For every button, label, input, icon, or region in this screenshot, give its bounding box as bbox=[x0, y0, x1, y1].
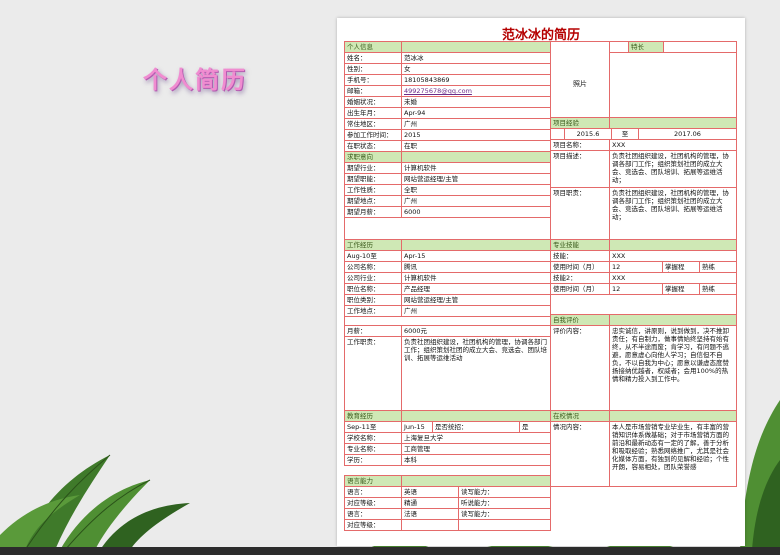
label-eval-content: 评价内容： bbox=[550, 325, 610, 411]
value-duty: 负责社团组织建设，社团机构的管理，协调各部门工作；组织策划社团的成立大会、竞选会… bbox=[401, 336, 551, 411]
label-duty: 工作职责： bbox=[344, 336, 402, 411]
value-project-desc: 负责社团组织建设，社团机构的管理，协调各部门工作；组织策划社团的成立大会、竞选会… bbox=[609, 150, 737, 188]
work-from-value: Aug-10 bbox=[347, 252, 371, 260]
specialty-content bbox=[609, 52, 737, 118]
edu-from-value: Sep-11 bbox=[347, 423, 370, 431]
right-bottom-blank bbox=[550, 486, 737, 531]
label-degree: 学历： bbox=[344, 454, 402, 466]
label-project-desc: 项目描述： bbox=[550, 150, 610, 188]
label-project-role: 项目职责： bbox=[550, 187, 610, 240]
edu-to-sep: 至 bbox=[369, 423, 377, 431]
value-self-eval: 忠实诚信，讲原则，说到做到，决不推卸责任；有自制力，做事情始终坚持有始有终，从不… bbox=[609, 325, 737, 411]
photo-box: 照片 bbox=[550, 41, 610, 129]
palm-leaves-left-decoration bbox=[0, 454, 190, 550]
skills-blank bbox=[550, 294, 737, 315]
resume-sheet: 范冰冰的简历 个人信息 照片 姓名： 范冰冰 性别： 女 手机号： 181058… bbox=[337, 18, 745, 546]
decorative-title: 个人简历 bbox=[143, 66, 247, 94]
bottom-bar bbox=[0, 547, 780, 555]
value-project-role: 负责社团组织建设，社团机构的管理，协调各部门工作；组织策划社团的成立大会、竞选会… bbox=[609, 187, 737, 240]
blank-row bbox=[344, 217, 551, 240]
label-level-2: 对应等级： bbox=[344, 519, 402, 531]
blank-lang-right bbox=[458, 519, 551, 531]
label-situation: 情况内容： bbox=[550, 421, 610, 487]
work-to-sep: 至 bbox=[370, 252, 377, 260]
value-campus: 本人是市场营销专业毕业生，有丰富的营销知识体系做基础；对于市场营销方面的前沿和最… bbox=[609, 421, 737, 487]
value-level-2 bbox=[401, 519, 459, 531]
value-degree: 本科 bbox=[401, 454, 551, 466]
